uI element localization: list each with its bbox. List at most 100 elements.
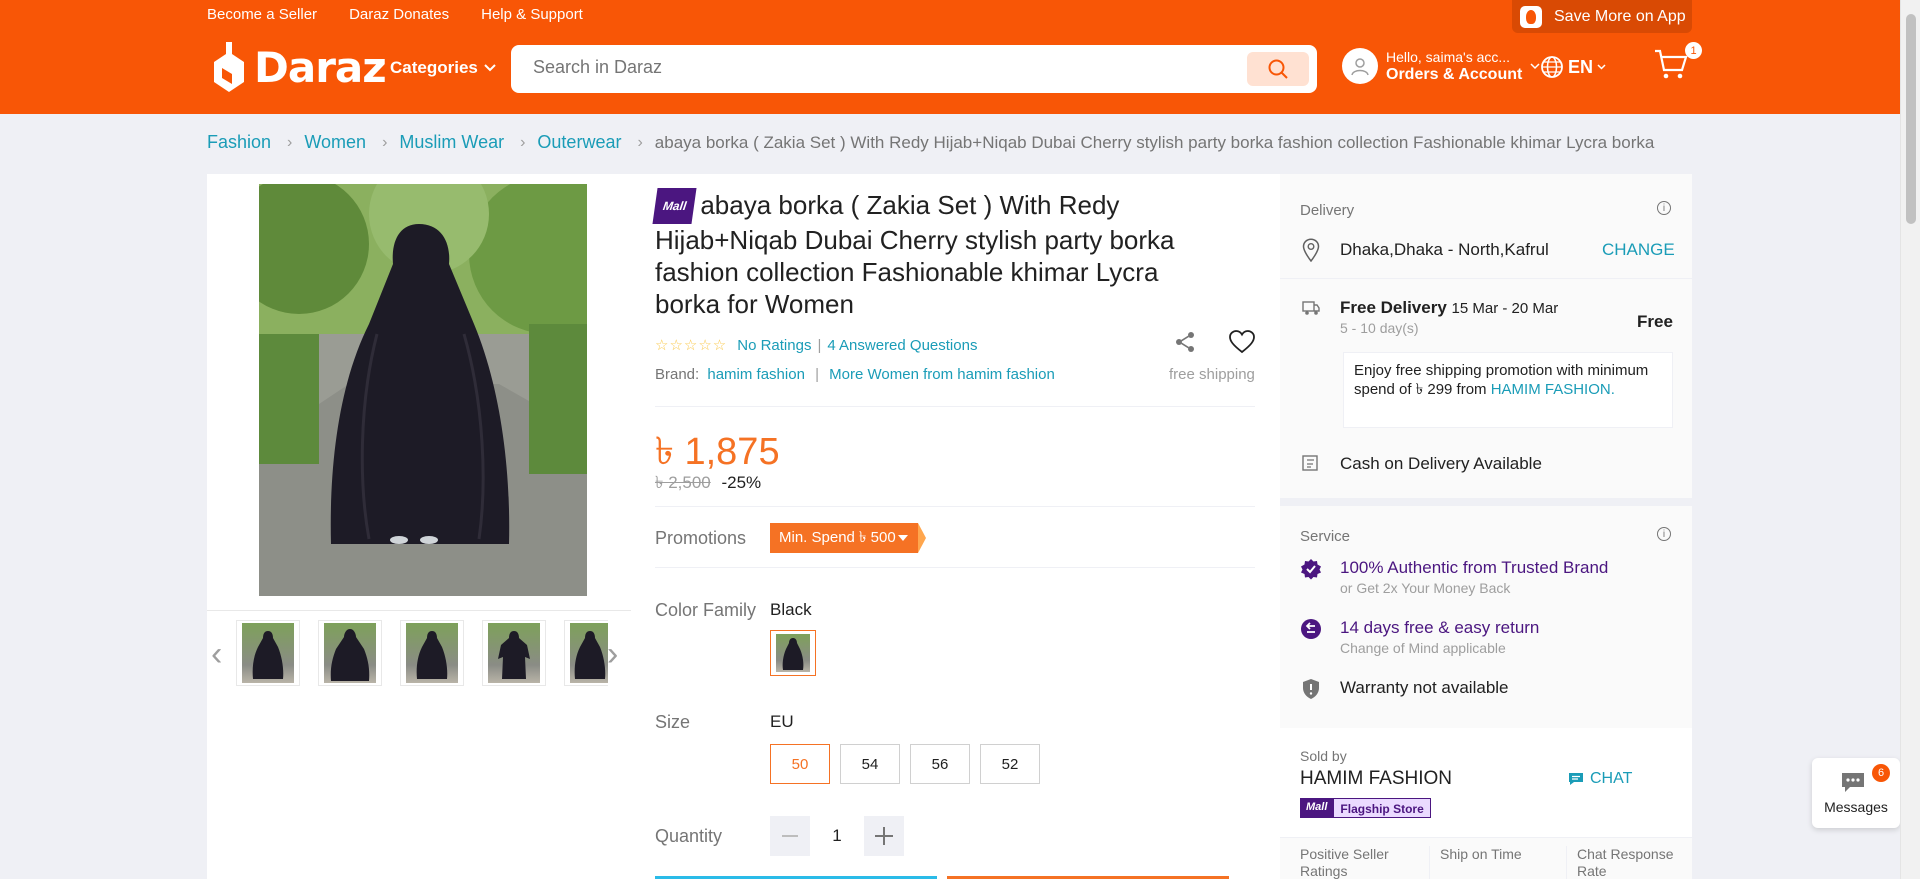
messages-widget[interactable]: Messages 6 xyxy=(1812,758,1900,828)
authentic-subtext: or Get 2x Your Money Back xyxy=(1340,580,1511,596)
size-option-52[interactable]: 52 xyxy=(980,744,1040,784)
save-more-on-app-button[interactable]: Save More on App xyxy=(1512,0,1692,33)
decrease-quantity-button[interactable] xyxy=(770,816,810,856)
seller-metrics: Positive Seller Ratings Ship on Time Cha… xyxy=(1280,837,1692,879)
quantity-value[interactable]: 1 xyxy=(810,826,864,846)
thumbnail[interactable] xyxy=(400,620,464,686)
breadcrumb: Fashion › Women › Muslim Wear › Outerwea… xyxy=(207,132,1654,153)
breadcrumb-outerwear[interactable]: Outerwear xyxy=(537,132,621,153)
chevron-left-icon[interactable]: ‹ xyxy=(211,634,231,674)
daraz-logo[interactable]: Daraz xyxy=(212,40,387,94)
delivery-dates: 15 Mar - 20 Mar xyxy=(1451,300,1559,317)
sold-by-label: Sold by xyxy=(1300,748,1347,764)
promotion-tag[interactable]: Min. Spend ৳ 500 xyxy=(770,523,926,553)
size-options: 50 54 56 52 xyxy=(770,744,1040,784)
daraz-donates-link[interactable]: Daraz Donates xyxy=(349,6,449,23)
chevron-right-icon: › xyxy=(382,133,388,151)
color-value: Black xyxy=(770,600,812,619)
authentic-text: 100% Authentic from Trusted Brand xyxy=(1340,558,1609,577)
thumbnail[interactable] xyxy=(482,620,546,686)
seller-name[interactable]: HAMIM FASHION xyxy=(1300,768,1452,790)
breadcrumb-current: abaya borka ( Zakia Set ) With Redy Hija… xyxy=(654,132,1655,152)
chat-label: CHAT xyxy=(1590,770,1633,787)
product-detail-card: ‹ › Mall abaya borka ( Zakia Set ) With R… xyxy=(207,174,1280,879)
page-scrollbar[interactable] xyxy=(1900,0,1920,879)
categories-menu[interactable]: Categories xyxy=(390,58,496,78)
mall-badge: Mall xyxy=(1300,798,1334,818)
breadcrumb-muslim-wear[interactable]: Muslim Wear xyxy=(399,132,504,153)
chevron-right-icon[interactable]: › xyxy=(607,634,627,674)
returns-text: 14 days free & easy return xyxy=(1340,618,1540,637)
account-menu[interactable]: Hello, saima's acc... Orders & Account xyxy=(1342,48,1540,84)
cash-icon xyxy=(1300,454,1322,472)
free-delivery-label: Free Delivery xyxy=(1340,298,1447,317)
globe-icon xyxy=(1541,56,1563,78)
return-icon xyxy=(1300,618,1322,640)
separator: | xyxy=(817,336,822,354)
chevron-down-icon xyxy=(484,64,496,72)
cart-button[interactable]: 1 xyxy=(1653,42,1702,85)
seller-section: Sold by HAMIM FASHION CHAT Mall Flagship… xyxy=(1280,728,1692,879)
ratings-link[interactable]: No Ratings xyxy=(737,337,811,354)
top-links: Become a Seller Daraz Donates Help & Sup… xyxy=(207,6,615,23)
help-support-link[interactable]: Help & Support xyxy=(481,6,583,23)
share-icon[interactable] xyxy=(1173,330,1197,354)
language-selector[interactable]: EN xyxy=(1540,55,1606,79)
messages-label: Messages xyxy=(1824,799,1888,815)
promotion-tag-text: Min. Spend ৳ 500 xyxy=(779,528,896,546)
become-seller-link[interactable]: Become a Seller xyxy=(207,6,317,23)
change-location-button[interactable]: CHANGE xyxy=(1602,240,1675,260)
rating-stars: ☆☆☆☆☆ xyxy=(655,337,728,354)
shield-icon xyxy=(1300,678,1322,700)
product-main-image[interactable] xyxy=(259,184,587,596)
chevron-down-icon xyxy=(1530,62,1540,69)
answered-questions-link[interactable]: 4 Answered Questions xyxy=(827,337,977,354)
search-input[interactable] xyxy=(533,57,1213,78)
thumbnail[interactable] xyxy=(564,620,608,686)
ratings-row: ☆☆☆☆☆ No Ratings | 4 Answered Questions xyxy=(655,336,977,355)
divider xyxy=(655,567,1255,568)
thumbnail[interactable] xyxy=(318,620,382,686)
info-icon[interactable]: i xyxy=(1657,201,1671,215)
warranty-text: Warranty not available xyxy=(1340,678,1509,697)
search-bar xyxy=(511,45,1317,93)
chat-button[interactable]: CHAT xyxy=(1568,770,1632,788)
cod-text: Cash on Delivery Available xyxy=(1340,454,1542,473)
divider xyxy=(655,406,1255,407)
account-text: Hello, saima's acc... Orders & Account xyxy=(1386,49,1522,83)
cart-count-badge: 1 xyxy=(1685,42,1702,59)
search-button[interactable] xyxy=(1247,52,1309,86)
heart-icon[interactable] xyxy=(1229,330,1255,354)
free-shipping-label: free shipping xyxy=(1169,366,1255,383)
quantity-label: Quantity xyxy=(655,826,723,846)
breadcrumb-women[interactable]: Women xyxy=(304,132,366,153)
verified-badge-icon xyxy=(1300,558,1322,580)
brand-row: Brand: hamim fashion | More Women from h… xyxy=(655,366,1055,383)
price-discount-row: ৳ 2,500 -25% xyxy=(655,470,761,498)
size-option-54[interactable]: 54 xyxy=(840,744,900,784)
language-label: EN xyxy=(1568,56,1594,77)
brand-link[interactable]: hamim fashion xyxy=(707,366,805,383)
size-option-50[interactable]: 50 xyxy=(770,744,830,784)
info-icon[interactable]: i xyxy=(1657,527,1671,541)
seller-metric-ratings: Positive Seller Ratings xyxy=(1300,846,1389,879)
truck-icon xyxy=(1300,298,1322,318)
color-family-label: Color Family xyxy=(655,600,757,620)
orders-account-label: Orders & Account xyxy=(1386,66,1523,83)
delivery-title: Delivery xyxy=(1300,202,1355,219)
shipping-promo-seller-link[interactable]: HAMIM FASHION. xyxy=(1491,381,1615,398)
scrollbar-thumb[interactable] xyxy=(1906,14,1916,224)
color-swatch-black[interactable] xyxy=(770,630,816,676)
size-option-56[interactable]: 56 xyxy=(910,744,970,784)
size-unit: EU xyxy=(770,712,794,731)
increase-quantity-button[interactable] xyxy=(864,816,904,856)
thumbnail[interactable] xyxy=(236,620,300,686)
account-greeting: Hello, saima's acc... xyxy=(1386,49,1511,65)
plus-icon xyxy=(875,827,893,845)
breadcrumb-fashion[interactable]: Fashion xyxy=(207,132,271,153)
app-icon xyxy=(1520,5,1542,28)
delivery-service-panel: Delivery i Dhaka,Dhaka - North,Kafrul CH… xyxy=(1280,174,1692,879)
flagship-store-badge: Mall Flagship Store xyxy=(1300,798,1431,818)
size-label: Size xyxy=(655,712,691,732)
more-from-brand-link[interactable]: More Women from hamim fashion xyxy=(829,366,1055,383)
